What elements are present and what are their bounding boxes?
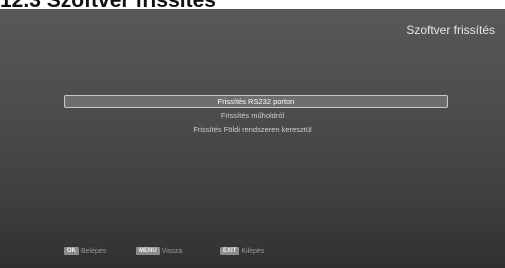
hint-ok-label: Belépés [81,247,107,255]
menu-key-icon: MENU [136,247,160,255]
manual-page: 12.3 Szoftver frissítés Szoftver frissít… [0,0,505,268]
screen-title: Szoftver frissítés [406,23,495,37]
tv-screen: Szoftver frissítés Frissítés RS232 porto… [0,9,505,268]
hint-exit[interactable]: EXIT Kilépés [220,245,264,257]
ok-key-icon: OK [64,247,79,255]
menu-item-satellite[interactable]: Frissítés műholdról [0,109,505,122]
hint-ok[interactable]: OK Belépés [64,245,106,257]
hint-menu[interactable]: MENU Vissza [136,245,182,257]
hint-menu-label: Vissza [161,247,183,255]
menu-item-rs232[interactable]: Frissítés RS232 porton [64,95,448,108]
exit-key-icon: EXIT [220,247,240,255]
hint-exit-label: Kilépés [241,247,265,255]
footer-hints: OK Belépés MENU Vissza EXIT Kilépés [0,245,505,257]
menu-item-terrestrial[interactable]: Frissítés Földi rendszeren keresztül [0,123,505,136]
